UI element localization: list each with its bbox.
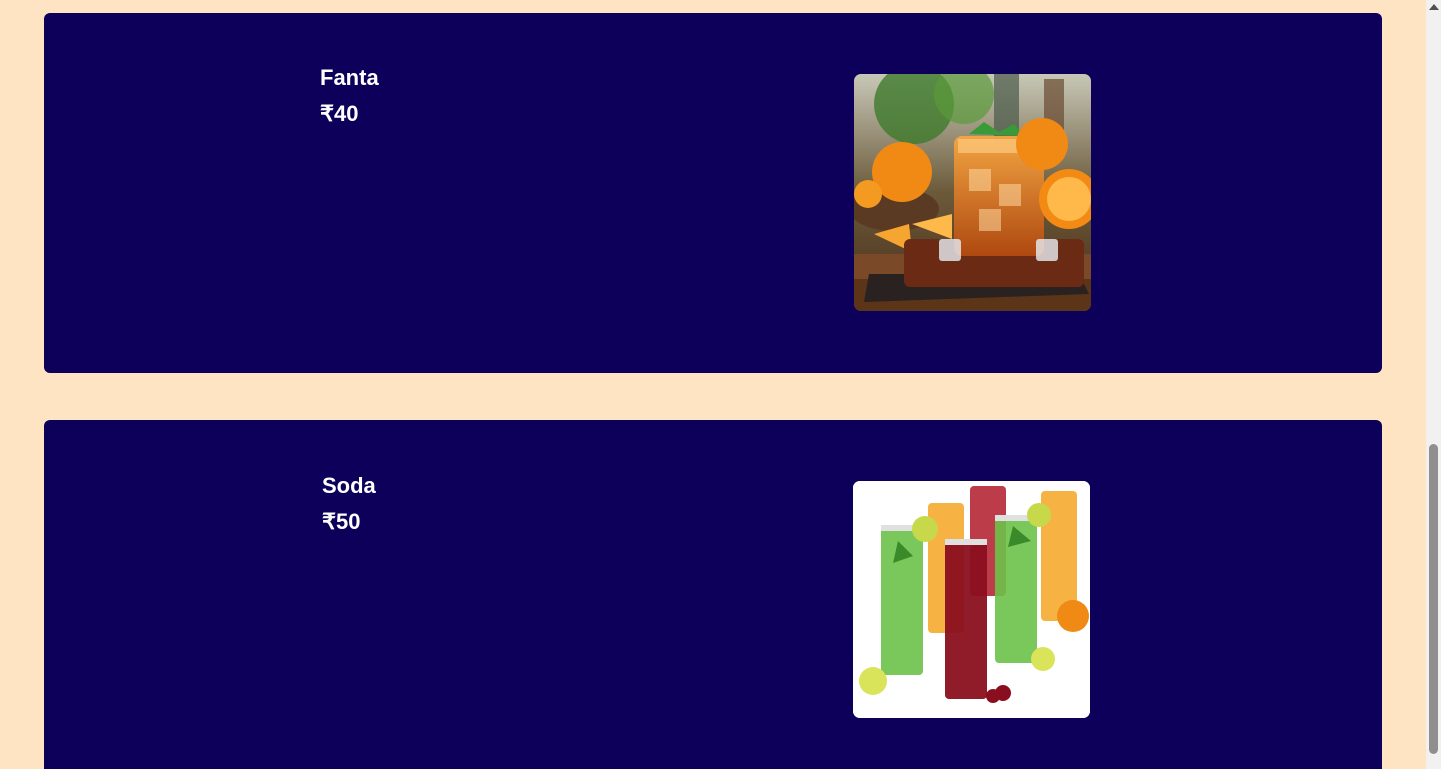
product-page: Fanta ₹40 Soda ₹50 — [0, 0, 1441, 769]
product-name: Fanta — [320, 65, 379, 90]
product-card-fanta: Fanta ₹40 — [44, 13, 1382, 373]
product-price: ₹50 — [322, 509, 361, 534]
product-price: ₹40 — [320, 101, 359, 126]
product-image-fanta — [854, 74, 1091, 311]
scrollbar-thumb[interactable] — [1429, 444, 1438, 754]
vertical-scrollbar[interactable] — [1426, 0, 1441, 769]
scroll-up-arrow-icon[interactable] — [1429, 4, 1439, 10]
product-card-soda: Soda ₹50 — [44, 420, 1382, 769]
product-name: Soda — [322, 473, 376, 498]
product-image-soda — [853, 481, 1090, 718]
